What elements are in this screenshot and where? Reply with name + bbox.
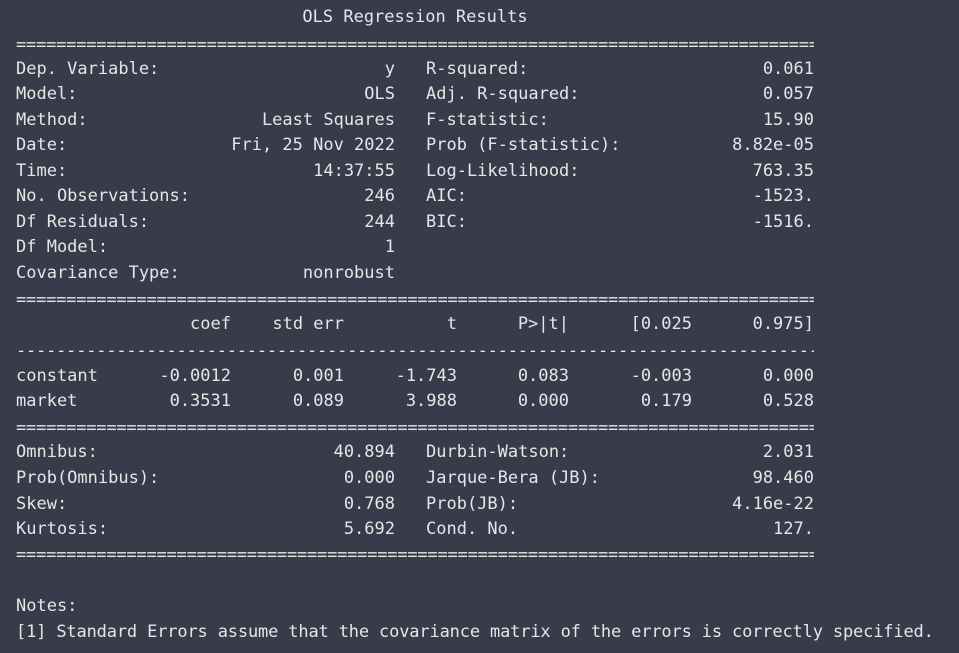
summary-value: OLS xyxy=(364,84,395,104)
summary-label: Model: xyxy=(16,84,78,104)
diagnostic-label: Prob(Omnibus): xyxy=(16,468,160,488)
note-item: [1] Standard Errors assume that the cova… xyxy=(16,622,934,642)
coef-cell: 0.089 xyxy=(292,391,344,411)
double-rule: ========================================… xyxy=(16,418,814,438)
summary-label: Log-Likelihood: xyxy=(426,161,580,181)
notes-heading: Notes: xyxy=(16,596,78,616)
coef-header: std err xyxy=(272,314,344,334)
summary-label: Prob (F-statistic): xyxy=(426,135,621,155)
coef-cell: -0.003 xyxy=(630,366,692,386)
coef-header: P>|t| xyxy=(517,314,569,334)
summary-label: Df Residuals: xyxy=(16,212,150,232)
single-rule: ----------------------------------------… xyxy=(16,341,814,361)
summary-value: 15.90 xyxy=(762,110,814,130)
diagnostic-value: 2.031 xyxy=(762,442,814,462)
coef-cell: -0.0012 xyxy=(159,366,231,386)
results-title: OLS Regression Results xyxy=(302,7,528,27)
coef-cell: 0.528 xyxy=(762,391,814,411)
coef-cell: 0.3531 xyxy=(169,391,231,411)
summary-value: Fri, 25 Nov 2022 xyxy=(231,135,395,155)
coef-cell: 3.988 xyxy=(405,391,457,411)
coef-cell: 0.000 xyxy=(762,366,814,386)
summary-value: 0.057 xyxy=(762,84,814,104)
summary-value: 246 xyxy=(364,186,395,206)
double-rule: ========================================… xyxy=(16,545,814,565)
summary-value: 14:37:55 xyxy=(313,161,395,181)
coef-header: coef xyxy=(190,314,231,334)
coef-cell: 0.001 xyxy=(292,366,344,386)
summary-value: Least Squares xyxy=(261,110,395,130)
summary-label: AIC: xyxy=(426,186,467,206)
coef-cell: 0.083 xyxy=(517,366,569,386)
summary-value: -1523. xyxy=(752,186,814,206)
summary-label: R-squared: xyxy=(426,59,529,79)
summary-label: Method: xyxy=(16,110,88,130)
summary-label: Time: xyxy=(16,161,68,181)
summary-value: -1516. xyxy=(752,212,814,232)
double-rule: ========================================… xyxy=(16,35,814,55)
summary-label: BIC: xyxy=(426,212,467,232)
summary-value: y xyxy=(384,59,395,79)
summary-label: Adj. R-squared: xyxy=(426,84,580,104)
diagnostic-label: Jarque-Bera (JB): xyxy=(426,468,600,488)
summary-value: 763.35 xyxy=(752,161,814,181)
coef-cell: -1.743 xyxy=(395,366,457,386)
summary-label: Date: xyxy=(16,135,68,155)
coef-header: t xyxy=(446,314,457,334)
diagnostic-value: 0.768 xyxy=(343,494,395,514)
coef-row-name: constant xyxy=(16,366,98,386)
diagnostic-value: 40.894 xyxy=(333,442,395,462)
diagnostic-label: Cond. No. xyxy=(426,519,519,539)
summary-value: nonrobust xyxy=(302,263,395,283)
diagnostic-value: 0.000 xyxy=(343,468,395,488)
diagnostic-label: Skew: xyxy=(16,494,68,514)
summary-value: 1 xyxy=(384,237,395,257)
regression-output: OLS Regression Results =================… xyxy=(0,0,959,653)
double-rule: ========================================… xyxy=(16,290,814,310)
coef-cell: 0.000 xyxy=(517,391,569,411)
coef-header: [0.025 xyxy=(630,314,692,334)
summary-value: 0.061 xyxy=(762,59,814,79)
summary-label: Covariance Type: xyxy=(16,263,180,283)
summary-label: No. Observations: xyxy=(16,186,190,206)
coef-cell: 0.179 xyxy=(640,391,692,411)
diagnostic-value: 4.16e-22 xyxy=(732,494,814,514)
coef-row-name: market xyxy=(16,391,78,411)
diagnostic-value: 98.460 xyxy=(752,468,814,488)
summary-label: Df Model: xyxy=(16,237,109,257)
diagnostic-value: 127. xyxy=(773,519,814,539)
diagnostic-value: 5.692 xyxy=(343,519,395,539)
summary-value: 8.82e-05 xyxy=(732,135,814,155)
summary-label: Dep. Variable: xyxy=(16,59,160,79)
diagnostic-label: Omnibus: xyxy=(16,442,98,462)
diagnostic-label: Durbin-Watson: xyxy=(426,442,570,462)
diagnostic-label: Prob(JB): xyxy=(426,494,519,514)
diagnostic-label: Kurtosis: xyxy=(16,519,109,539)
summary-label: F-statistic: xyxy=(426,110,549,130)
summary-value: 244 xyxy=(364,212,395,232)
coef-header: 0.975] xyxy=(752,314,814,334)
